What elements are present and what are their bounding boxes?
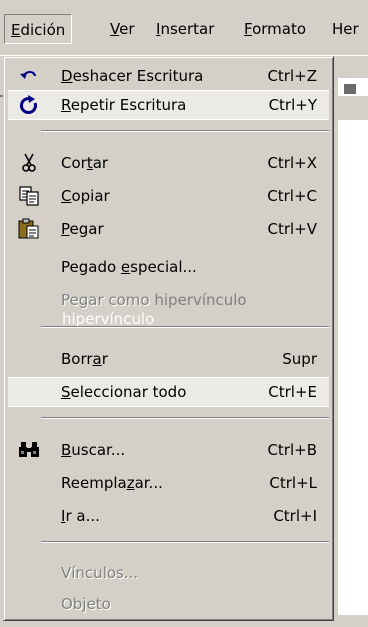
menu-herramientas-label: Her [332, 20, 359, 38]
clipboard-icon [18, 218, 39, 239]
menu-herramientas[interactable]: Her [326, 14, 365, 44]
menu-item-goto[interactable]: Ir a... Ctrl+I [8, 501, 329, 531]
background-document-area [338, 120, 368, 615]
menu-item-redo[interactable]: Repetir Escritura Ctrl+Y [8, 90, 329, 120]
menu-formato-label: ormato [252, 20, 307, 38]
copy-shortcut: Ctrl+C [267, 187, 317, 205]
scissors-icon [22, 153, 36, 172]
find-label: Buscar... [61, 441, 126, 459]
menu-item-copy[interactable]: Copiar Ctrl+C [8, 181, 329, 211]
separator [41, 541, 329, 543]
copy-icon [19, 186, 39, 206]
menu-formato[interactable]: Formato [238, 14, 312, 44]
paste-label: Pegar [61, 220, 104, 238]
menu-item-replace[interactable]: Reemplazar... Ctrl+L [8, 468, 329, 498]
menu-item-paste-hyperlink: Pegar como hipervínculo Pegar como hiper… [8, 285, 329, 328]
select-all-label: Seleccionar todo [61, 383, 187, 401]
menu-item-select-all[interactable]: Seleccionar todo Ctrl+E [8, 377, 329, 407]
menu-item-undo[interactable]: Deshacer Escritura Ctrl+Z [8, 61, 329, 91]
links-label: Vínculos... Vínculos... [61, 564, 140, 583]
cut-shortcut: Ctrl+X [267, 154, 317, 172]
replace-shortcut: Ctrl+L [269, 474, 317, 492]
goto-label: Ir a... [61, 507, 100, 525]
menu-bar: Edición Ver Insertar Formato Her [0, 0, 368, 56]
menu-ver[interactable]: Ver [104, 14, 141, 44]
paste-shortcut: Ctrl+V [267, 220, 317, 238]
goto-shortcut: Ctrl+I [273, 507, 317, 525]
cut-label: Cortar [61, 154, 109, 172]
menu-edicion[interactable]: Edición [4, 14, 73, 44]
paste-hyperlink-label: Pegar como hipervínculo Pegar como hiper… [61, 291, 247, 328]
menu-ver-mnemonic: V [110, 20, 120, 38]
object-label: Objeto Objeto [61, 595, 112, 614]
separator [41, 130, 329, 132]
toolbar-icon [344, 84, 356, 94]
separator [41, 326, 329, 328]
separator [41, 417, 329, 419]
undo-shortcut: Ctrl+Z [267, 67, 317, 85]
menu-insertar[interactable]: Insertar [150, 14, 220, 44]
menu-item-clear[interactable]: Borrar Supr [8, 344, 329, 374]
edit-dropdown-menu: Deshacer Escritura Ctrl+Z Repetir Escrit… [3, 56, 334, 621]
binoculars-icon [19, 442, 39, 457]
menu-item-paste-special[interactable]: Pegado especial... [8, 252, 329, 282]
menu-item-paste[interactable]: Pegar Ctrl+V [8, 214, 329, 244]
redo-icon [20, 95, 37, 114]
menu-ver-label: er [119, 20, 135, 38]
clear-label: Borrar [61, 350, 108, 368]
redo-shortcut: Ctrl+Y [268, 96, 317, 114]
copy-label: Copiar [61, 187, 110, 205]
menu-edicion-label: dición [20, 21, 66, 39]
select-all-shortcut: Ctrl+E [268, 383, 317, 401]
undo-icon [20, 71, 36, 79]
menu-item-find[interactable]: Buscar... Ctrl+B [8, 435, 329, 465]
menu-item-cut[interactable]: Cortar Ctrl+X [8, 148, 329, 178]
redo-label: Repetir Escritura [61, 96, 187, 114]
menu-item-object: Objeto Objeto [8, 589, 329, 619]
menu-insertar-label: nsertar [160, 20, 215, 38]
paste-special-label: Pegado especial... [61, 258, 197, 276]
replace-label: Reemplazar... [61, 474, 163, 492]
find-shortcut: Ctrl+B [267, 441, 317, 459]
menu-item-links: Vínculos... Vínculos... [8, 558, 329, 588]
clear-shortcut: Supr [282, 350, 317, 368]
menu-formato-mnemonic: F [244, 20, 253, 38]
undo-label: Deshacer Escritura [61, 67, 204, 85]
